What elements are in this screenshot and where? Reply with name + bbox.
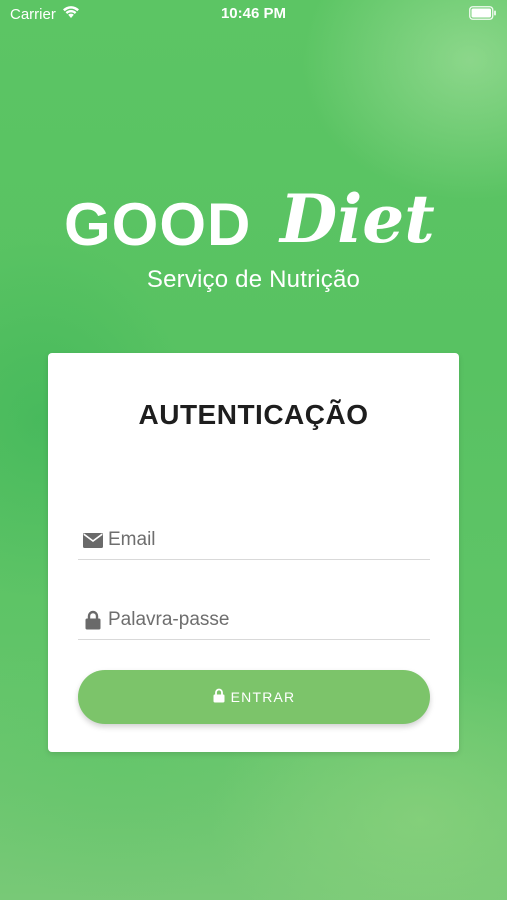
login-button-label: ENTRAR <box>230 689 296 705</box>
login-button[interactable]: ENTRAR <box>78 670 430 724</box>
email-field[interactable] <box>78 521 430 560</box>
envelope-icon <box>80 532 106 548</box>
email-input[interactable] <box>106 529 418 551</box>
status-bar: Carrier 10:46 PM <box>0 0 507 28</box>
lock-icon <box>80 610 106 630</box>
status-time: 10:46 PM <box>220 5 287 22</box>
password-input[interactable] <box>106 609 418 631</box>
login-card: AUTENTICAÇÃO ENTRAR <box>48 353 459 752</box>
logo-word-good: GOOD <box>64 191 251 258</box>
password-field[interactable] <box>78 601 430 640</box>
brand-subtitle: Serviço de Nutrição <box>146 266 361 293</box>
logo-word-diet: Diet <box>278 180 435 258</box>
login-title: AUTENTICAÇÃO <box>138 399 369 430</box>
battery-icon <box>469 6 497 24</box>
lock-icon <box>213 688 225 706</box>
